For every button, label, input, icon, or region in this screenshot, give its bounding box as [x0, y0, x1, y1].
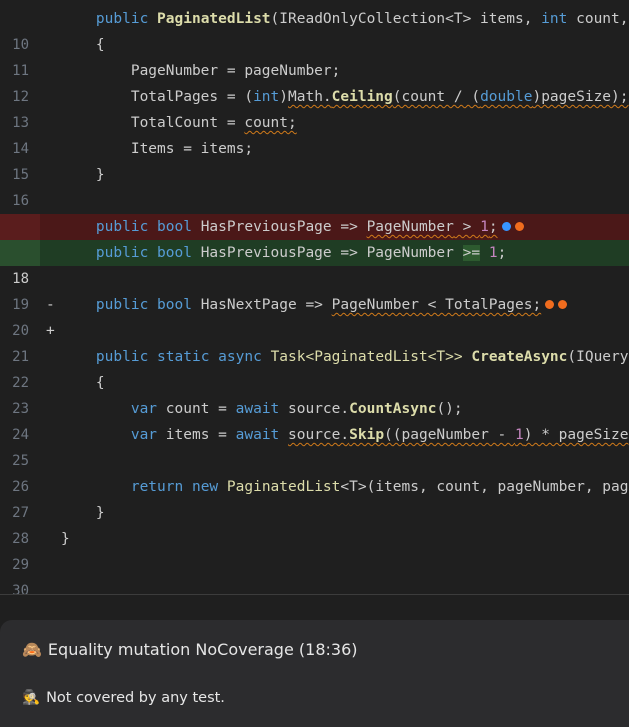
code-line[interactable]: 19: [0, 266, 629, 313]
diff-removed-line[interactable]: 18 - public bool HasPreviousPage => Page…: [0, 214, 629, 313]
code-text: Items = items;: [130, 141, 254, 157]
code-editor[interactable]: 10 public PaginatedList(IReadOnlyCollect…: [0, 6, 629, 599]
code-line[interactable]: 25 var items = await source.Skip((pageNu…: [0, 422, 629, 469]
panel-divider: [0, 594, 629, 595]
code-text: public static async Task<PaginatedList<T…: [95, 349, 629, 365]
hover-body: 🕵️ Not covered by any test.: [22, 689, 225, 706]
code-line[interactable]: 27 return new PaginatedList<T>(items, co…: [0, 474, 629, 521]
code-text: }: [95, 167, 105, 183]
code-line[interactable]: 23 {: [0, 370, 629, 417]
code-text: }: [61, 531, 70, 547]
code-line[interactable]: 16 }: [0, 162, 629, 209]
mutant-status-dot-orange[interactable]: [514, 221, 524, 231]
code-text: {: [95, 37, 105, 53]
code-text: public bool HasNextPage => PageNumber < …: [61, 292, 568, 318]
code-line[interactable]: 24 var count = await source.CountAsync()…: [0, 396, 629, 443]
code-text: TotalCount = count;: [130, 115, 297, 131]
line-number: 18: [12, 271, 29, 287]
hover-title-text: Equality mutation NoCoverage (18:36): [47, 640, 358, 659]
mutant-hover-popup: 🙈 Equality mutation NoCoverage (18:36) 🕵️…: [0, 620, 629, 727]
code-text: var count = await source.CountAsync();: [130, 401, 463, 417]
code-line[interactable]: 21: [0, 318, 629, 365]
code-line[interactable]: 10 public PaginatedList(IReadOnlyCollect…: [0, 6, 629, 53]
diff-gutter-added: [0, 240, 40, 266]
code-line[interactable]: 13 TotalPages = (int)Math.Ceiling(count …: [0, 84, 629, 131]
diff-plus-sign: +: [46, 323, 55, 339]
code-text: {: [95, 375, 105, 391]
detective-icon: 🕵️: [22, 690, 41, 706]
code-line[interactable]: 15 Items = items;: [0, 136, 629, 183]
diff-minus-sign: -: [46, 297, 55, 313]
code-line[interactable]: 29 }: [0, 526, 629, 573]
diff-added-line[interactable]: + public bool HasPreviousPage => PageNum…: [0, 240, 629, 339]
mutant-status-dot-blue[interactable]: [501, 221, 511, 231]
mutated-operator: >=: [462, 245, 481, 261]
monkey-icon: 🙈: [22, 640, 42, 659]
code-line[interactable]: 11 {: [0, 32, 629, 79]
mutant-status-dot-orange[interactable]: [545, 299, 555, 309]
code-text: return new PaginatedList<T>(items, count…: [130, 479, 629, 495]
hover-title: 🙈 Equality mutation NoCoverage (18:36): [22, 640, 357, 659]
code-line[interactable]: 28 }: [0, 500, 629, 547]
code-text: PageNumber = pageNumber;: [130, 63, 341, 79]
code-line[interactable]: 22 public static async Task<PaginatedLis…: [0, 344, 629, 391]
code-line[interactable]: 26: [0, 448, 629, 495]
line-number: 30: [12, 583, 29, 599]
code-text: public bool HasPreviousPage => PageNumbe…: [95, 245, 507, 261]
mutant-status-dot-orange[interactable]: [558, 299, 568, 309]
code-text: public PaginatedList(IReadOnlyCollection…: [95, 11, 629, 27]
code-text: TotalPages = (int)Math.Ceiling(count / (…: [130, 89, 629, 105]
code-line[interactable]: 12 PageNumber = pageNumber;: [0, 58, 629, 105]
diff-gutter-removed: [0, 214, 40, 240]
code-line[interactable]: 30: [0, 552, 629, 599]
code-text: }: [95, 505, 105, 521]
code-line[interactable]: 20 public bool HasNextPage => PageNumber…: [0, 292, 629, 339]
code-text: var items = await source.Skip((pageNumbe…: [130, 427, 629, 443]
code-line[interactable]: 14 TotalCount = count;: [0, 110, 629, 157]
hover-body-text: Not covered by any test.: [46, 690, 225, 706]
code-line[interactable]: 17: [0, 188, 629, 235]
code-text: public bool HasPreviousPage => PageNumbe…: [61, 214, 524, 240]
